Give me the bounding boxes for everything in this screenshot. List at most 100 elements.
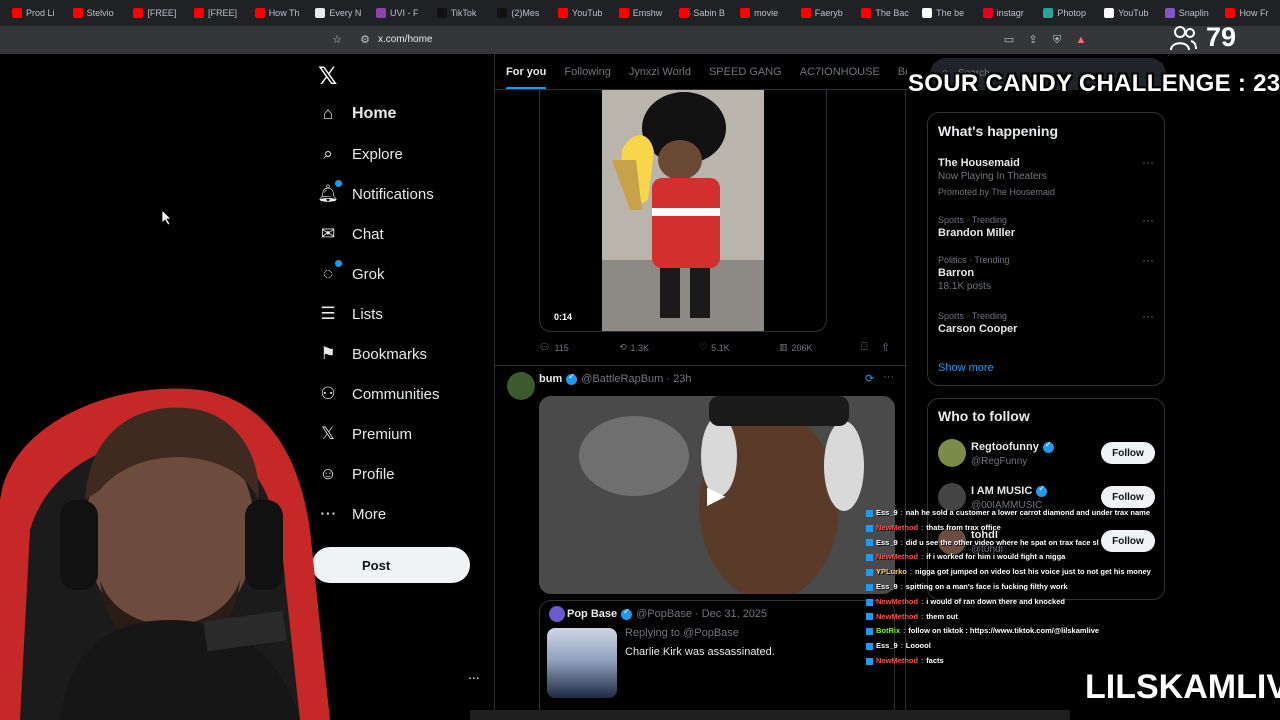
quote-author-name[interactable]: Pop Base <box>567 608 617 620</box>
shield-icon[interactable]: ⛨ <box>1050 33 1064 47</box>
views-button[interactable]: ▥ 206K <box>779 342 859 353</box>
video-player[interactable]: ▶ <box>539 396 895 594</box>
quote-author-handle[interactable]: @PopBase · Dec 31, 2025 <box>636 608 767 620</box>
nav-item-chat[interactable]: ✉ Chat <box>318 221 384 247</box>
timeline-tab[interactable]: AC7IONHOUSE <box>800 66 880 78</box>
timeline-tab[interactable]: Be <box>898 66 907 78</box>
chat-username: Ess_9 <box>876 581 898 591</box>
browser-tab[interactable]: Prod Li <box>6 2 67 24</box>
nav-item-explore[interactable]: ⌕ Explore <box>318 141 403 167</box>
show-more-link[interactable]: Show more <box>938 362 994 374</box>
repost-button[interactable]: ⟲ 1.3K <box>619 342 699 353</box>
cast-icon[interactable]: ▭ <box>1002 33 1016 47</box>
nav-item-home[interactable]: ⌂ Home <box>318 101 397 127</box>
browser-tab[interactable]: UVI - F <box>370 2 431 24</box>
chat-username: NewMethod <box>876 596 919 606</box>
tab-favicon-icon <box>497 8 508 18</box>
browser-tab[interactable]: Stelvio <box>67 2 128 24</box>
tab-favicon-icon <box>194 8 205 18</box>
browser-tab[interactable]: Sabin B <box>673 2 734 24</box>
browser-tab[interactable]: [FREE] <box>127 2 188 24</box>
browser-tab[interactable]: (2)Mes <box>491 2 552 24</box>
chat-message: Ess_9: Looool <box>866 639 1166 654</box>
extension-icon[interactable]: ▲ <box>1074 33 1088 47</box>
list-icon: ☰ <box>320 304 336 323</box>
x-logo-icon[interactable]: 𝕏 <box>318 62 337 91</box>
chat-text: did u see the other video where he spat … <box>905 537 1099 547</box>
browser-tab[interactable]: Every N <box>309 2 370 24</box>
nav-item-lists[interactable]: ☰ Lists <box>318 301 383 327</box>
browser-tab[interactable]: YouTub <box>552 2 613 24</box>
avatar[interactable] <box>938 439 966 467</box>
follow-suggestion-header: Regtoofunny <box>971 440 1054 453</box>
follow-button[interactable]: Follow <box>1101 442 1155 464</box>
play-icon[interactable]: ▶ <box>707 481 733 509</box>
card-title: Who to follow <box>938 408 1030 424</box>
nav-item-grok[interactable]: ◌ Grok <box>318 260 385 287</box>
nav-item-label: Lists <box>352 305 383 323</box>
more-options-icon[interactable]: ··· <box>1142 309 1154 323</box>
more-options-icon[interactable]: ··· <box>883 371 894 383</box>
bookmark-icon[interactable]: ⎕ <box>861 341 868 354</box>
grok-icon[interactable]: ⟳ <box>865 372 874 385</box>
follow-suggestion-name[interactable]: Regtoofunny <box>971 441 1039 453</box>
more-options-icon[interactable]: ··· <box>1142 213 1154 227</box>
tweet-actions: 💬︎ 115 ⟲ 1.3K ♡ 5.1K ▥ 206K ⎕ ⇧ <box>539 341 895 354</box>
chat-text: facts <box>926 655 944 665</box>
video-player[interactable]: 0:14 <box>539 90 827 332</box>
browser-tab[interactable]: [FREE] <box>188 2 249 24</box>
nav-item-label: Home <box>352 105 397 122</box>
browser-tab-label: Stelvio <box>86 8 114 18</box>
tweet-author-handle[interactable]: @BattleRapBum · 23h <box>581 373 691 385</box>
views-icon: ▥ <box>779 342 788 352</box>
browser-tab[interactable]: Emshw <box>613 2 674 24</box>
nav-item-notifications[interactable]: 🔔︎ Notifications <box>317 180 434 207</box>
browser-tab[interactable]: Faeryb <box>795 2 856 24</box>
browser-tab[interactable]: Photop <box>1037 2 1098 24</box>
bookmark-star-icon[interactable]: ☆ <box>330 33 344 47</box>
tab-favicon-icon <box>1164 8 1175 18</box>
share-icon[interactable]: ⇪ <box>1026 33 1040 47</box>
chat-text: nah he sold a customer a lower carrot di… <box>905 508 1151 517</box>
mail-icon: ✉ <box>320 224 336 243</box>
tab-favicon-icon <box>1043 8 1054 18</box>
browser-tab[interactable]: instagr <box>977 2 1038 24</box>
timeline-tab[interactable]: SPEED GANG <box>709 66 782 78</box>
share-icon[interactable]: ⇧ <box>881 341 890 354</box>
like-button[interactable]: ♡ 5.1K <box>699 342 779 353</box>
browser-tab[interactable]: The Bac <box>855 2 916 24</box>
avatar[interactable] <box>507 372 535 400</box>
more-options-icon[interactable]: ··· <box>1142 253 1154 267</box>
browser-tab[interactable]: TikTok <box>431 2 492 24</box>
reply-button[interactable]: 💬︎ 115 <box>539 342 619 353</box>
browser-tab-label: Photop <box>1057 8 1086 18</box>
browser-tab-label: TikTok <box>450 8 477 18</box>
stream-watermark: LILSKAMLIVE <box>1085 668 1280 706</box>
browser-tab[interactable]: YouTub <box>1098 2 1159 24</box>
timeline-tab[interactable]: Jynxzi World <box>629 66 691 78</box>
follow-suggestion-name[interactable]: I AM MUSIC <box>971 485 1032 497</box>
avatar[interactable] <box>549 606 565 622</box>
chat-message: BotRix: follow on tiktok : https://www.ti… <box>866 624 1166 639</box>
browser-tab[interactable]: Snaplin <box>1159 2 1220 24</box>
follow-button[interactable]: Follow <box>1101 486 1155 508</box>
tweet-header: bum @BattleRapBum · 23h <box>539 372 691 386</box>
browser-tab[interactable]: movie <box>734 2 795 24</box>
whats-happening-card: What's happening The Housemaid Now Playin… <box>927 112 1165 386</box>
url-text[interactable]: x.com/home <box>378 34 432 45</box>
trend-subtext: 18.1K posts <box>938 281 991 292</box>
browser-tab[interactable]: The be <box>916 2 977 24</box>
timeline-tab[interactable]: For you <box>506 66 547 89</box>
challenge-overlay: SOUR CANDY CHALLENGE : 234/250 <box>908 70 1280 97</box>
nav-item-bookmarks[interactable]: ⚑ Bookmarks <box>318 341 427 367</box>
timeline-tab[interactable]: Following <box>564 66 610 78</box>
browser-tab[interactable]: How Th <box>249 2 310 24</box>
chat-badge-icon <box>866 657 873 665</box>
quote-image[interactable] <box>547 628 617 698</box>
browser-tab[interactable]: How Fr <box>1219 2 1280 24</box>
more-options-icon[interactable]: ··· <box>1142 155 1154 169</box>
tab-favicon-icon <box>376 8 387 18</box>
taskbar <box>470 710 1070 720</box>
tweet-author-name[interactable]: bum <box>539 373 562 385</box>
site-info-icon[interactable]: ⚙ <box>358 33 372 47</box>
